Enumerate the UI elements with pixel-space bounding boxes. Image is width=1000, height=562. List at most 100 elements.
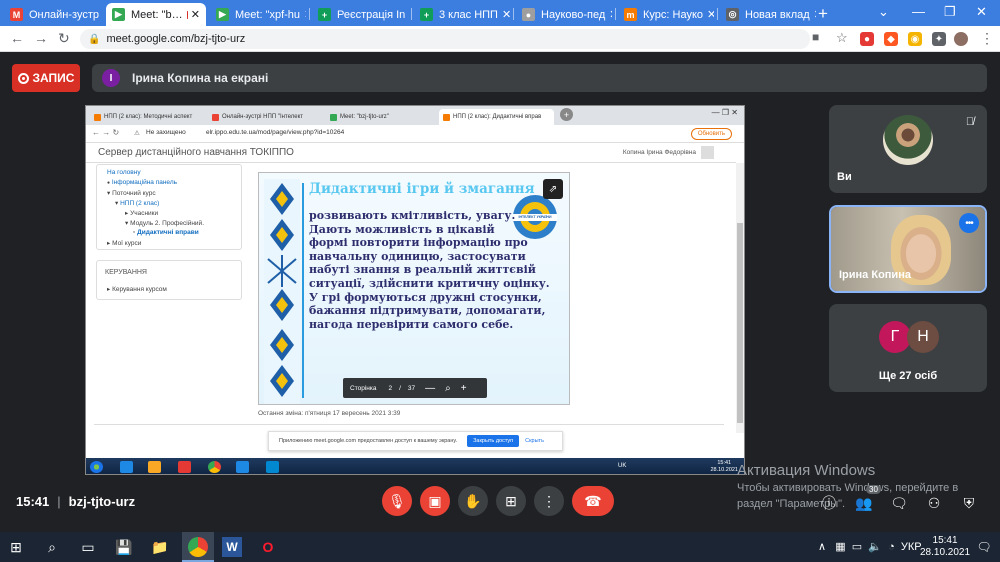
- close-icon[interactable]: ✕: [703, 8, 714, 21]
- meeting-time: 15:41: [16, 494, 50, 509]
- host-controls-icon[interactable]: ⛨: [960, 494, 978, 512]
- network-icon[interactable]: ▦: [835, 541, 845, 553]
- lock-icon: 🔒: [88, 33, 101, 45]
- meet-icon: ▶: [112, 8, 125, 21]
- hang-up-button[interactable]: ☎: [572, 486, 614, 516]
- chevron-up-icon[interactable]: ∧: [818, 541, 826, 553]
- tab-label: Meet: "xpf-hu: [235, 8, 301, 21]
- page-label: Сторінка: [350, 384, 377, 392]
- info-icon[interactable]: ⓘ: [820, 494, 838, 512]
- menu-icon[interactable]: ⋮: [980, 30, 994, 47]
- windows-start-icon[interactable]: ⊞: [6, 537, 26, 557]
- present-button[interactable]: ⊞: [496, 486, 526, 516]
- gmail-icon: M: [10, 8, 23, 21]
- file-explorer-icon[interactable]: 📁: [150, 537, 170, 557]
- windows-taskbar: ⊞ ⌕ ▭ 💾 📁 W O ∧ ▦ ▭ 🔈 ◔ УКР 15:41 28.10.…: [0, 532, 1000, 562]
- browser-tab-active[interactable]: ▶ Meet: "b… ✕: [106, 3, 206, 26]
- open-external-icon[interactable]: ⇗: [543, 179, 563, 199]
- browser-tab[interactable]: M Онлайн-зустр ✕: [4, 3, 104, 26]
- opera-icon[interactable]: O: [258, 537, 278, 557]
- battery-icon[interactable]: ▭: [852, 541, 862, 553]
- chrome-icon[interactable]: [188, 537, 208, 557]
- media-icon: [178, 461, 191, 473]
- participant-tile-irina[interactable]: ••• Ірина Копина: [829, 205, 987, 293]
- shared-tab-active: НПП (2 клас): Дидактичні вправ: [439, 109, 554, 125]
- shared-tab-label: НПП (2 клас): Дидактичні вправ: [453, 114, 542, 120]
- browser-tab[interactable]: + 3 клас НПП ✕: [414, 3, 510, 26]
- task-view-icon[interactable]: ▭: [78, 537, 98, 557]
- slide-line: У грі формуються дружні стосунки,: [309, 290, 542, 304]
- scrollbar: [736, 163, 744, 433]
- minimize-button[interactable]: —: [912, 4, 925, 19]
- close-icon[interactable]: ✕: [605, 8, 612, 21]
- browser-tab[interactable]: ● Науково-пед ✕: [516, 3, 612, 26]
- maximize-button[interactable]: ❐: [944, 4, 956, 20]
- presenter-text: Ірина Копина на екрані: [132, 71, 269, 85]
- slide-line: формі повторити інформацію про: [309, 236, 528, 250]
- search-icon[interactable]: ⌕: [42, 537, 62, 557]
- tab-search-icon[interactable]: ⌄: [878, 4, 889, 20]
- back-icon[interactable]: ←: [10, 30, 24, 46]
- stop-sharing-button: Закрыть доступ: [467, 435, 520, 447]
- taskbar-clock[interactable]: 15:41 28.10.2021: [920, 535, 970, 559]
- gmail-icon: [212, 113, 219, 121]
- profile-avatar[interactable]: [954, 32, 968, 46]
- forward-icon[interactable]: →: [34, 30, 48, 46]
- moodle-icon: [443, 113, 450, 121]
- raise-hand-button[interactable]: ✋: [458, 486, 488, 516]
- close-icon[interactable]: ✕: [810, 8, 816, 21]
- browser-tab[interactable]: + Реєстрація Іn ✕: [312, 3, 408, 26]
- slide-title: Дидактичні ігри й змагання: [309, 181, 535, 197]
- bookmark-star-icon[interactable]: ☆: [836, 30, 848, 46]
- new-tab-icon: +: [560, 108, 573, 121]
- language-indicator[interactable]: УКР: [901, 541, 922, 553]
- puzzle-icon[interactable]: ✦: [932, 32, 946, 46]
- camera-toggle-button[interactable]: ▣: [420, 486, 450, 516]
- tab-label: Реєстрація Іn: [337, 8, 406, 21]
- browser-tab[interactable]: ▶ Meet: "xpf-hu ✕: [210, 3, 306, 26]
- url-input[interactable]: 🔒 meet.google.com/bzj-tjto-urz: [80, 29, 810, 49]
- extension-icon[interactable]: ●: [860, 32, 874, 46]
- wifi-icon[interactable]: ◔: [888, 541, 895, 553]
- shared-address-bar: ← → ↻ ⚠ Не захищено elr.ippo.edu.te.ua/m…: [86, 125, 744, 143]
- browser-tab[interactable]: m Курс: Науко ✕: [618, 3, 714, 26]
- window-controls-icon: — ❐ ✕: [711, 108, 738, 117]
- participant-tile-me[interactable]: 🎙̸ Ви: [829, 105, 987, 193]
- browser-tab[interactable]: ◎ Новая вклад ✕: [720, 3, 816, 26]
- notification-icon[interactable]: 🗨: [974, 537, 994, 557]
- more-options-button[interactable]: ⋮: [534, 486, 564, 516]
- people-icon[interactable]: 👥: [855, 494, 873, 512]
- close-icon[interactable]: ✕: [300, 8, 306, 21]
- close-icon[interactable]: ✕: [498, 8, 510, 21]
- more-options-icon[interactable]: •••: [959, 213, 979, 233]
- participant-tile-others[interactable]: Г Н Ще 27 осіб: [829, 304, 987, 392]
- slide-line: навчальну одиницю, застосувати: [309, 249, 526, 263]
- others-count: Ще 27 осіб: [878, 370, 938, 382]
- new-tab-button[interactable]: +: [818, 4, 828, 24]
- slide-line: набуті знання в реальній життєвій: [309, 263, 536, 277]
- reload-icon[interactable]: ↻: [58, 30, 70, 47]
- extension-icon[interactable]: ◉: [908, 32, 922, 46]
- ie-icon: [120, 461, 133, 473]
- nav-home: На головну: [107, 169, 141, 176]
- caret-right-icon: ▸: [107, 240, 111, 247]
- site-icon: ●: [522, 8, 535, 21]
- chat-icon[interactable]: 🗨: [890, 494, 908, 512]
- shared-tab-label: Онлайн-зустрі НПП "Інтелект: [222, 114, 304, 120]
- save-app-icon[interactable]: 💾: [114, 537, 134, 557]
- activities-icon[interactable]: ⚇: [925, 494, 943, 512]
- word-icon[interactable]: W: [222, 537, 242, 557]
- ornament-icon: [264, 179, 300, 404]
- close-window-button[interactable]: ✕: [976, 4, 987, 20]
- shared-tab: Онлайн-зустрі НПП "Інтелект: [208, 109, 323, 125]
- close-icon[interactable]: ✕: [187, 8, 200, 21]
- camera-icon[interactable]: ■: [812, 30, 819, 44]
- shared-url: elr.ippo.edu.te.ua/mod/page/view.php?id=…: [206, 129, 345, 136]
- mic-toggle-button[interactable]: 🎙: [382, 486, 412, 516]
- volume-icon[interactable]: 🔈: [868, 541, 882, 553]
- forms-icon: +: [318, 8, 331, 21]
- recording-badge: ЗАПИС: [12, 64, 80, 92]
- brave-icon[interactable]: ◆: [884, 32, 898, 46]
- close-icon[interactable]: ✕: [99, 8, 104, 21]
- close-icon[interactable]: ✕: [405, 8, 408, 21]
